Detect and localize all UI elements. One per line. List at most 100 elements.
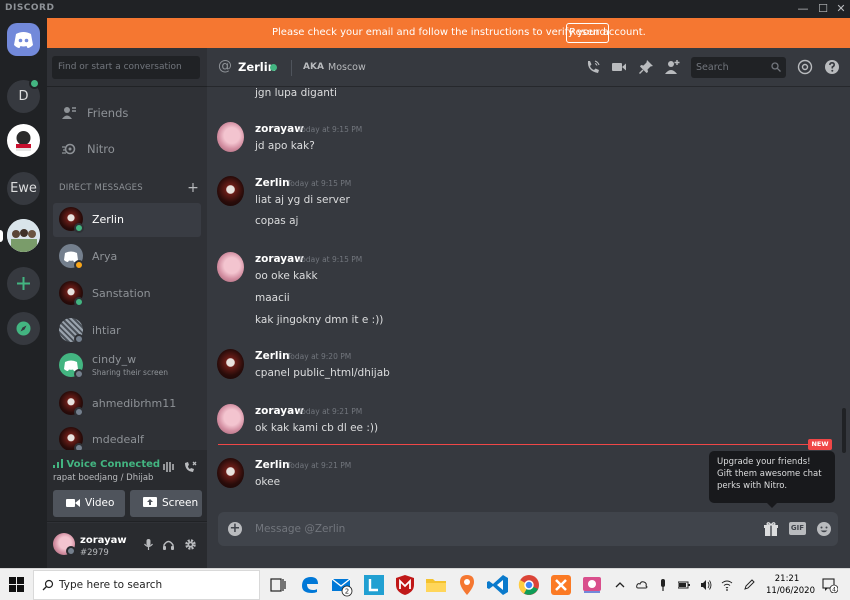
aka-value: Moscow bbox=[328, 62, 366, 73]
screen-share-button[interactable]: Screen bbox=[130, 490, 202, 517]
message-timestamp: Today at 9:15 PM bbox=[287, 179, 352, 188]
server-logo-icon bbox=[16, 131, 31, 151]
server-icon-logo[interactable] bbox=[7, 124, 40, 157]
video-camera-icon bbox=[66, 499, 80, 507]
message-author[interactable]: zorayaw bbox=[255, 253, 304, 265]
battery-icon[interactable] bbox=[678, 579, 690, 591]
nitro-icon bbox=[62, 143, 76, 155]
message-text: kak jingokny dmn it e :)) bbox=[255, 314, 384, 326]
dm-item-arya[interactable]: Arya bbox=[53, 240, 201, 274]
video-button[interactable]: Video bbox=[53, 490, 125, 517]
title-bar: DISCORD — ☐ ✕ bbox=[0, 0, 850, 18]
chrome-icon[interactable] bbox=[517, 573, 541, 597]
xampp-icon[interactable] bbox=[549, 573, 573, 597]
edge-browser-icon[interactable] bbox=[298, 573, 322, 597]
noise-suppression-icon[interactable] bbox=[162, 460, 176, 474]
header-divider bbox=[291, 60, 292, 76]
dm-item-ihtiar[interactable]: ihtiar bbox=[53, 314, 201, 348]
message-author[interactable]: Zerlin bbox=[255, 459, 290, 471]
maximize-button[interactable]: ☐ bbox=[813, 1, 833, 17]
signal-icon bbox=[53, 459, 63, 468]
chat-search-input[interactable]: Search bbox=[691, 57, 786, 78]
avatar[interactable] bbox=[217, 176, 244, 206]
upload-plus-icon[interactable]: + bbox=[228, 522, 242, 536]
voice-call-icon[interactable] bbox=[585, 59, 601, 75]
status-online-icon bbox=[270, 64, 277, 71]
disconnect-icon[interactable] bbox=[183, 460, 197, 474]
maps-pin-icon[interactable] bbox=[455, 573, 479, 597]
compass-icon bbox=[16, 321, 31, 336]
chat-scrollbar[interactable] bbox=[842, 408, 846, 453]
emoji-icon[interactable] bbox=[816, 521, 832, 537]
avatar[interactable] bbox=[217, 458, 244, 488]
status-offline-icon bbox=[74, 369, 84, 379]
task-view-icon[interactable] bbox=[266, 573, 290, 597]
server-ewe[interactable]: Ewe bbox=[7, 172, 40, 205]
windows-start-icon[interactable] bbox=[9, 577, 24, 592]
message-author[interactable]: Zerlin bbox=[255, 350, 290, 362]
file-explorer-icon[interactable] bbox=[424, 573, 448, 597]
microphone-icon[interactable] bbox=[142, 538, 155, 551]
server-list: D Ewe bbox=[0, 18, 47, 568]
pin-icon[interactable] bbox=[638, 59, 654, 75]
create-dm-button[interactable]: + bbox=[187, 180, 199, 196]
add-server-button[interactable] bbox=[7, 267, 40, 300]
nav-friends[interactable]: Friends bbox=[53, 98, 201, 128]
dm-name: cindy_w bbox=[92, 353, 137, 366]
home-button[interactable] bbox=[7, 23, 40, 56]
avatar[interactable] bbox=[217, 349, 244, 379]
resend-button[interactable]: Resend bbox=[566, 23, 609, 43]
dm-item-ahmedibrhm11[interactable]: ahmedibrhm11 bbox=[53, 387, 201, 421]
message-text: jgn lupa diganti bbox=[255, 87, 337, 99]
message-author[interactable]: zorayaw bbox=[255, 405, 304, 417]
dm-activity: Sharing their screen bbox=[92, 368, 168, 377]
message-input[interactable]: Message @Zerlin bbox=[255, 523, 345, 535]
voice-status: Voice Connected bbox=[53, 459, 160, 470]
avatar[interactable] bbox=[217, 404, 244, 434]
avatar[interactable] bbox=[217, 252, 244, 282]
taskbar-clock[interactable]: 21:21 11/06/2020 bbox=[766, 573, 815, 597]
taskbar-search-box[interactable]: Type here to search bbox=[33, 570, 260, 600]
wifi-icon[interactable] bbox=[721, 579, 733, 591]
message-author[interactable]: Zerlin bbox=[255, 177, 290, 189]
add-friend-icon[interactable] bbox=[664, 59, 680, 75]
settings-gear-icon[interactable] bbox=[184, 538, 197, 551]
notification-count: 4 bbox=[832, 586, 836, 593]
dm-item-zerlin[interactable]: Zerlin bbox=[53, 203, 201, 237]
screen-share-icon bbox=[143, 497, 157, 507]
message-author[interactable]: zorayaw bbox=[255, 123, 304, 135]
app-l-icon[interactable] bbox=[362, 573, 386, 597]
dm-search-input[interactable]: Find or start a conversation bbox=[52, 56, 200, 79]
gift-icon[interactable] bbox=[763, 521, 779, 537]
avatar[interactable] bbox=[217, 122, 244, 152]
vscode-icon[interactable] bbox=[486, 573, 510, 597]
new-messages-badge: NEW bbox=[808, 439, 832, 450]
app-title: DISCORD bbox=[5, 3, 55, 13]
pen-icon[interactable] bbox=[743, 579, 755, 591]
nav-nitro[interactable]: Nitro bbox=[53, 134, 201, 164]
chat-area: @ Zerlin AKA Moscow Search jgn lupa diga… bbox=[207, 48, 850, 568]
minimize-button[interactable]: — bbox=[793, 1, 813, 17]
headphones-icon[interactable] bbox=[162, 538, 175, 551]
message-timestamp: Today at 9:21 PM bbox=[287, 461, 352, 470]
mentions-icon[interactable] bbox=[797, 59, 813, 75]
snipping-tool-icon[interactable] bbox=[580, 573, 604, 597]
video-call-icon[interactable] bbox=[611, 59, 627, 75]
help-icon[interactable] bbox=[824, 59, 840, 75]
microphone-tray-icon[interactable] bbox=[657, 579, 669, 591]
status-online-icon bbox=[74, 223, 84, 233]
tray-chevron-up-icon[interactable] bbox=[614, 579, 626, 591]
voice-panel: Voice Connected rapat boedjang / Dhijab … bbox=[47, 450, 207, 522]
explore-servers-button[interactable] bbox=[7, 312, 40, 345]
onedrive-icon[interactable] bbox=[636, 579, 648, 591]
dm-item-cindy-w[interactable]: cindy_w Sharing their screen bbox=[53, 349, 201, 383]
mcafee-icon[interactable] bbox=[393, 573, 417, 597]
mail-icon[interactable]: 2 bbox=[329, 573, 353, 597]
server-group-photo[interactable] bbox=[7, 219, 40, 252]
close-button[interactable]: ✕ bbox=[831, 1, 850, 17]
message-text: liat aj yg di server bbox=[255, 194, 350, 206]
dm-item-sanstation[interactable]: Sanstation bbox=[53, 277, 201, 311]
volume-icon[interactable] bbox=[700, 579, 712, 591]
gif-button[interactable]: GIF bbox=[789, 522, 806, 535]
notifications-icon[interactable]: 4 bbox=[822, 577, 838, 593]
